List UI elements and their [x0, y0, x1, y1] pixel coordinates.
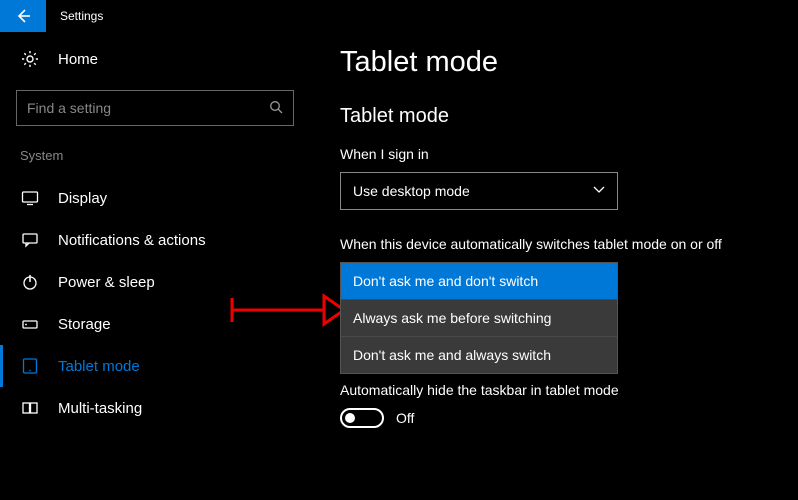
- switch-label: When this device automatically switches …: [340, 236, 790, 252]
- signin-label: When I sign in: [340, 146, 790, 162]
- sidebar-item-label: Tablet mode: [58, 358, 140, 375]
- hide-taskbar-toggle-row: Off: [340, 408, 790, 428]
- multitasking-icon: [20, 399, 40, 417]
- monitor-icon: [20, 189, 40, 207]
- message-icon: [20, 231, 40, 249]
- switch-dropdown[interactable]: Don't ask me and don't switch Always ask…: [340, 262, 790, 366]
- tablet-icon: [20, 357, 40, 375]
- storage-icon: [20, 315, 40, 333]
- sidebar-item-label: Display: [58, 190, 107, 207]
- hide-taskbar-toggle[interactable]: [340, 408, 384, 428]
- title-bar: Settings: [0, 0, 798, 32]
- sidebar-item-label: Storage: [58, 316, 111, 333]
- home-label: Home: [58, 51, 98, 68]
- app-title: Settings: [60, 9, 103, 23]
- sidebar-item-storage[interactable]: Storage: [0, 303, 294, 345]
- sidebar-item-notifications[interactable]: Notifications & actions: [0, 219, 294, 261]
- arrow-left-icon: [14, 7, 32, 25]
- signin-select[interactable]: Use desktop mode: [340, 172, 618, 210]
- home-link[interactable]: Home: [16, 32, 294, 90]
- search-input[interactable]: [27, 100, 269, 116]
- category-label: System: [20, 148, 294, 163]
- dropdown-option-1[interactable]: Always ask me before switching: [341, 299, 617, 336]
- sidebar: Home System Display Notifications & acti…: [0, 32, 310, 500]
- sidebar-item-tablet-mode[interactable]: Tablet mode: [0, 345, 294, 387]
- toggle-knob: [345, 413, 355, 423]
- dropdown-option-0[interactable]: Don't ask me and don't switch: [341, 263, 617, 299]
- page-title: Tablet mode: [340, 46, 790, 79]
- search-icon: [269, 100, 283, 117]
- search-box[interactable]: [16, 90, 294, 126]
- dropdown-list: Don't ask me and don't switch Always ask…: [340, 262, 618, 374]
- gear-icon: [20, 50, 40, 68]
- main-content: Tablet mode Tablet mode When I sign in U…: [310, 32, 798, 500]
- sidebar-item-label: Power & sleep: [58, 274, 155, 291]
- sidebar-item-power[interactable]: Power & sleep: [0, 261, 294, 303]
- power-icon: [20, 273, 40, 291]
- sidebar-item-display[interactable]: Display: [0, 177, 294, 219]
- back-button[interactable]: [0, 0, 46, 32]
- hide-taskbar-value: Off: [396, 410, 414, 426]
- signin-value: Use desktop mode: [353, 183, 470, 199]
- sidebar-item-label: Multi-tasking: [58, 400, 142, 417]
- sidebar-item-label: Notifications & actions: [58, 232, 206, 249]
- hide-taskbar-label: Automatically hide the taskbar in tablet…: [340, 382, 790, 398]
- sidebar-item-multitasking[interactable]: Multi-tasking: [0, 387, 294, 429]
- section-title: Tablet mode: [340, 105, 790, 128]
- chevron-down-icon: [593, 185, 605, 197]
- dropdown-option-2[interactable]: Don't ask me and always switch: [341, 336, 617, 373]
